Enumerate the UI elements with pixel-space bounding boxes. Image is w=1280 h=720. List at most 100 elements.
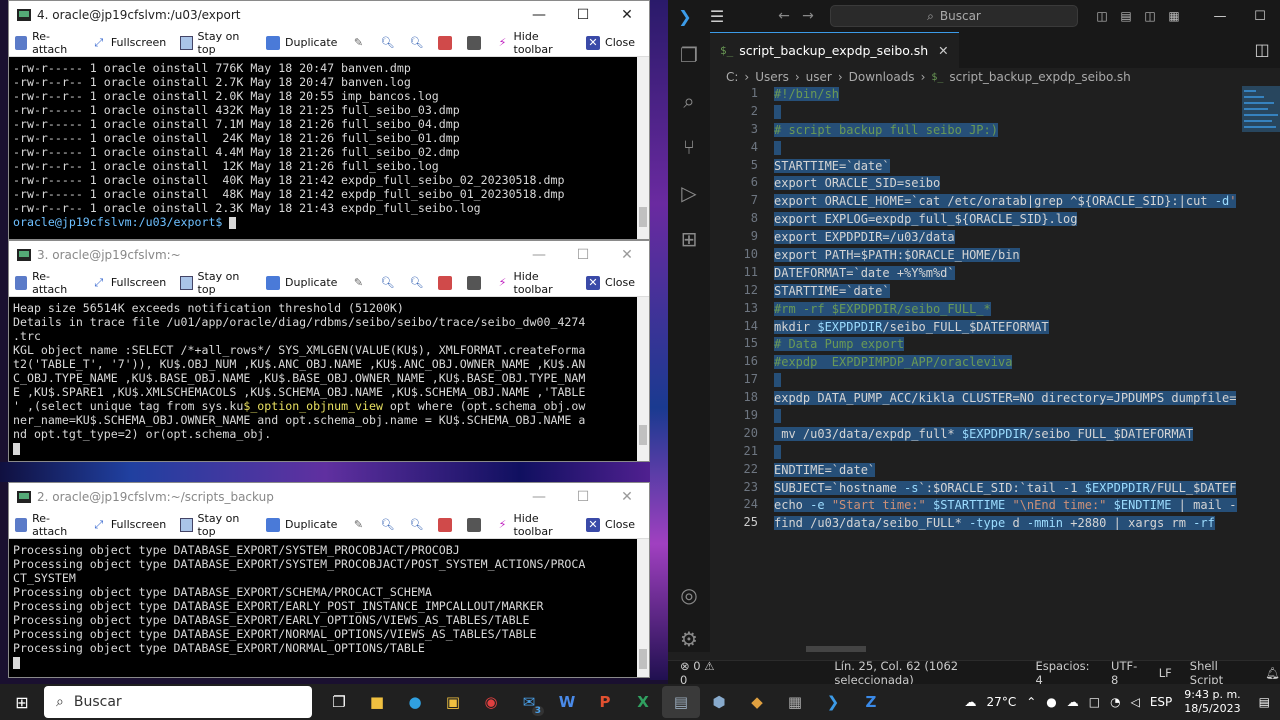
reattach-button[interactable]: Re-attach [15,270,78,296]
network-icon[interactable]: □ [1089,695,1100,709]
maximize-button[interactable]: ☐ [561,7,605,23]
stay-on-top-button[interactable]: Stay on top [180,270,252,296]
terminal-screen[interactable]: Processing object type DATABASE_EXPORT/S… [9,539,649,677]
command-search-input[interactable]: ⌕ Buscar [830,5,1078,27]
close-button[interactable]: ✕ Close [586,275,635,290]
explorer-icon[interactable]: ❐ [668,32,710,78]
duplicate-button[interactable]: Duplicate [266,275,337,290]
terminal-titlebar[interactable]: 4. oracle@jp19cfslvm:/u03/export — ☐ ✕ [9,1,649,29]
tab-script-backup[interactable]: $_ script_backup_expdp_seibo.sh ✕ [710,32,959,68]
terminal-window-2[interactable]: 2. oracle@jp19cfslvm:~/scripts_backup — … [8,482,650,678]
powerpoint-icon[interactable]: P [586,686,624,718]
volume-icon[interactable]: ◁ [1131,695,1140,709]
edit-button[interactable]: ✎ [351,518,370,532]
notifications-icon[interactable]: 🔔︎ [1265,666,1280,680]
taskbar-search-input[interactable]: ⌕ Buscar [44,686,312,718]
print-button[interactable] [467,35,486,50]
hide-toolbar-button[interactable]: ⚡︎ Hide toolbar [496,30,572,56]
forward-arrow-icon[interactable]: → [796,8,820,24]
close-button[interactable]: ✕ Close [586,517,635,532]
notifications-icon[interactable]: ▤ [1259,695,1270,709]
close-tab-icon[interactable]: ✕ [938,43,948,58]
minimap[interactable] [1240,86,1280,652]
source-control-icon[interactable]: ⑂ [668,124,710,170]
vscode-window[interactable]: ❯ ☰ ← → ⌕ Buscar ◫ ▤ ◫ ▦ — ☐ ❐ ⌕ ⑂ ▷ ⊞ ◎ … [668,0,1280,687]
breadcrumb-item[interactable]: Downloads [849,70,915,84]
zoom-in-button[interactable]: 🔍︎ [380,276,399,290]
store-icon[interactable]: ▣ [434,686,472,718]
zoom-in-button[interactable]: 🔍︎ [380,36,399,50]
terminal-titlebar[interactable]: 2. oracle@jp19cfslvm:~/scripts_backup — … [9,483,649,511]
account-icon[interactable]: ◎ [668,572,710,618]
wifi-icon[interactable]: ◔ [1110,695,1120,709]
extensions-icon[interactable]: ⊞ [668,216,710,262]
scrollbar-thumb[interactable] [639,649,647,669]
language-indicator[interactable]: ESP [1150,695,1172,709]
save-button[interactable] [438,35,457,50]
scrollbar[interactable] [637,57,649,239]
code-content[interactable]: #!/bin/sh # script backup full seibo JP:… [774,86,1240,533]
toggle-sidebar-icon[interactable]: ◫ [1090,9,1114,23]
zoom-out-button[interactable]: 🔍︎ [409,276,428,290]
zoom-out-button[interactable]: 🔍︎ [409,36,428,50]
windows-start-icon[interactable]: ⊞ [0,693,44,712]
toggle-secondary-sidebar-icon[interactable]: ◫ [1138,9,1162,23]
reattach-button[interactable]: Re-attach [15,512,78,538]
menu-icon[interactable]: ☰ [702,7,732,26]
weather-icon[interactable]: ☁ [965,695,977,709]
close-window-button[interactable]: ✕ [605,247,649,263]
eol-status[interactable]: LF [1159,666,1172,680]
zoom-out-button[interactable]: 🔍︎ [409,518,428,532]
minimize-button[interactable]: — [517,7,561,23]
terminal-titlebar[interactable]: 3. oracle@jp19cfslvm:~ — ☐ ✕ [9,241,649,269]
scrollbar[interactable] [637,539,649,677]
terminal-screen[interactable]: Heap size 56514K exceeds notification th… [9,297,649,461]
terminal-window-4[interactable]: 4. oracle@jp19cfslvm:/u03/export — ☐ ✕ R… [8,0,650,240]
zoom-in-button[interactable]: 🔍︎ [380,518,399,532]
print-button[interactable] [467,517,486,532]
run-debug-icon[interactable]: ▷ [668,170,710,216]
stay-on-top-button[interactable]: Stay on top [180,512,252,538]
edit-button[interactable]: ✎ [351,36,370,50]
zoom-icon[interactable]: Z [852,686,890,718]
app-tray-icon[interactable]: ● [1046,695,1056,709]
fullscreen-button[interactable]: ⤢ Fullscreen [92,276,166,290]
indentation-status[interactable]: Espacios: 4 [1035,659,1093,687]
virtualbox-icon[interactable]: ⬢ [700,686,738,718]
edge-browser-icon[interactable]: ● [396,686,434,718]
breadcrumb-item[interactable]: Users [755,70,789,84]
toggle-panel-icon[interactable]: ▤ [1114,9,1138,23]
excel-icon[interactable]: X [624,686,662,718]
cloud-icon[interactable]: ☁ [1067,695,1079,709]
problems-status[interactable]: ⊗ 0 ⚠︎ 0 [680,659,720,687]
hide-toolbar-button[interactable]: ⚡︎ Hide toolbar [496,270,572,296]
scrollbar[interactable] [637,297,649,461]
chrome-icon[interactable]: ◉ [472,686,510,718]
print-button[interactable] [467,275,486,290]
chevron-up-icon[interactable]: ⌃ [1026,695,1036,709]
vscode-taskbar-icon[interactable]: ❯ [814,686,852,718]
code-editor[interactable]: 1 2 3 4 5 6 7 8 9 10 11 12 13 14 15 16 17 18 19 20 21 22 23 24 2… [710,86,1280,652]
minimize-button[interactable]: — [1200,9,1240,24]
stay-on-top-button[interactable]: Stay on top [180,30,252,56]
breadcrumb-item[interactable]: script_backup_expdp_seibo.sh [949,70,1130,84]
gear-icon[interactable]: ⚙ [668,616,710,662]
close-window-button[interactable]: ✕ [605,489,649,505]
file-explorer-icon[interactable]: ■ [358,686,396,718]
task-view-icon[interactable]: ❐ [320,686,358,718]
app-icon[interactable]: ◆ [738,686,776,718]
split-editor-icon[interactable]: ◫ [1244,32,1280,68]
edit-button[interactable]: ✎ [351,276,370,290]
close-button[interactable]: ✕ Close [586,35,635,50]
breadcrumb-item[interactable]: C: [726,70,738,84]
search-icon[interactable]: ⌕ [668,78,710,124]
horizontal-scrollbar[interactable] [806,646,866,652]
notepad-icon[interactable]: ▦ [776,686,814,718]
minimize-button[interactable]: — [517,247,561,263]
breadcrumb-item[interactable]: user [806,70,832,84]
close-window-button[interactable]: ✕ [605,7,649,23]
maximize-button[interactable]: ☐ [561,247,605,263]
clock[interactable]: 9:43 p. m. 18/5/2023 [1184,688,1240,716]
terminal-app-icon[interactable]: ▤ [662,686,700,718]
save-button[interactable] [438,275,457,290]
